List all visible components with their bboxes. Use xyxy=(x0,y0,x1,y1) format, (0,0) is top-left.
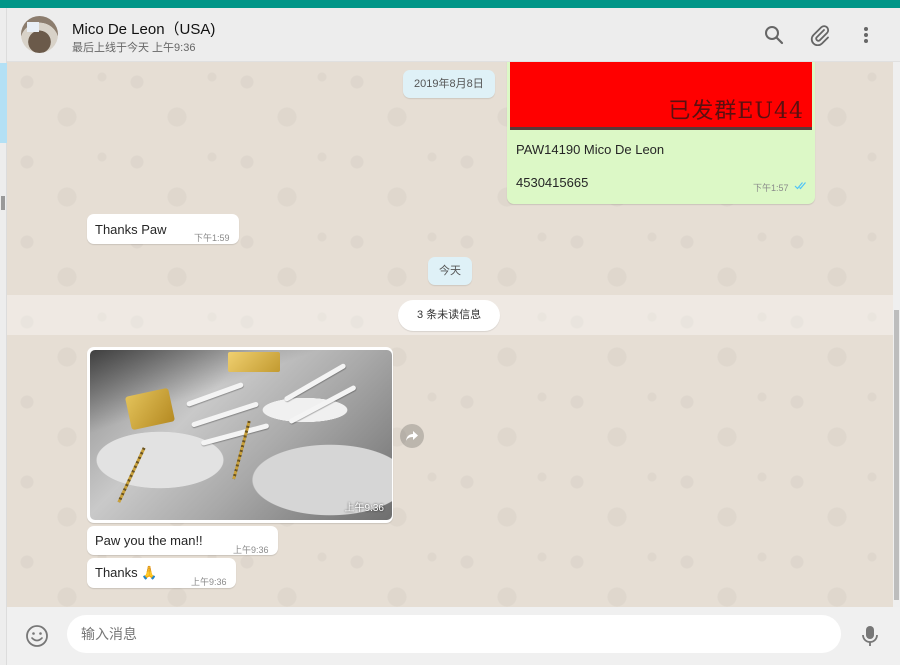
conversation-header: Mico De Leon（USA) 最后上线于今天 上午9:36 xyxy=(7,8,900,62)
menu-button[interactable] xyxy=(855,24,877,46)
attach-icon xyxy=(810,25,830,46)
message-text: Paw you the man!! xyxy=(95,533,203,548)
chat-list-edge xyxy=(0,8,7,665)
contact-name[interactable]: Mico De Leon（USA) xyxy=(72,18,215,39)
attach-button[interactable] xyxy=(809,24,831,46)
shoe-lace xyxy=(200,423,270,446)
date-chip-today: 今天 xyxy=(428,257,472,285)
last-seen-status: 最后上线于今天 上午9:36 xyxy=(72,42,196,54)
search-button[interactable] xyxy=(763,24,785,46)
scroll-handle[interactable] xyxy=(1,196,5,210)
composer-bar xyxy=(7,607,900,665)
forward-button[interactable] xyxy=(400,424,424,448)
message-time: 下午1:57 xyxy=(753,183,789,193)
menu-icon xyxy=(864,27,868,43)
sneaker-photo[interactable]: 上午9:36 xyxy=(90,350,392,520)
message-time: 上午9:36 xyxy=(191,577,227,587)
message-input[interactable] xyxy=(67,615,841,653)
shoe-gold-plate xyxy=(124,387,176,431)
emoji-button[interactable] xyxy=(25,624,49,648)
unread-count-chip: 3 条未读信息 xyxy=(398,300,501,331)
message-scrollbar-thumb[interactable] xyxy=(894,310,899,600)
message-area[interactable]: 2019年8月8日 已发群EU44 PAW14190 Mico De Leon … xyxy=(7,62,893,607)
shipment-label-image[interactable]: 已发群EU44 xyxy=(510,62,812,130)
selected-chat-indicator xyxy=(0,63,7,143)
message-text: Thanks 🙏 xyxy=(95,565,158,580)
incoming-photo-message[interactable]: 上午9:36 xyxy=(87,347,393,523)
contact-avatar[interactable] xyxy=(21,16,58,53)
incoming-message[interactable]: Paw you the man!! 上午9:36 xyxy=(87,526,278,555)
shoe-zipper xyxy=(117,447,146,503)
photo-time: 上午9:36 xyxy=(344,503,384,514)
mic-icon xyxy=(862,626,878,646)
read-ticks-icon xyxy=(794,182,806,190)
message-time: 上午9:36 xyxy=(233,545,269,555)
emoji-icon xyxy=(26,625,48,647)
app-top-accent-bar xyxy=(0,0,900,8)
incoming-message[interactable]: Thanks 🙏 上午9:36 xyxy=(87,558,236,588)
message-text: Thanks Paw xyxy=(95,222,167,237)
forward-icon xyxy=(406,431,418,441)
incoming-message[interactable]: Thanks Paw 下午1:59 xyxy=(87,214,239,244)
shoe-gold-plate xyxy=(228,352,280,372)
date-chip-2019-08-08: 2019年8月8日 xyxy=(403,70,495,98)
shoe-lace xyxy=(185,381,245,408)
message-text-line-2: 4530415665 xyxy=(516,175,589,190)
image-caption: 已发群EU44 xyxy=(668,99,804,124)
message-time: 下午1:59 xyxy=(194,233,230,243)
message-text-line-1: PAW14190 Mico De Leon xyxy=(516,142,665,157)
search-icon xyxy=(765,26,784,45)
voice-message-button[interactable] xyxy=(859,624,881,648)
outgoing-image-message[interactable]: 已发群EU44 PAW14190 Mico De Leon 4530415665… xyxy=(507,62,815,204)
